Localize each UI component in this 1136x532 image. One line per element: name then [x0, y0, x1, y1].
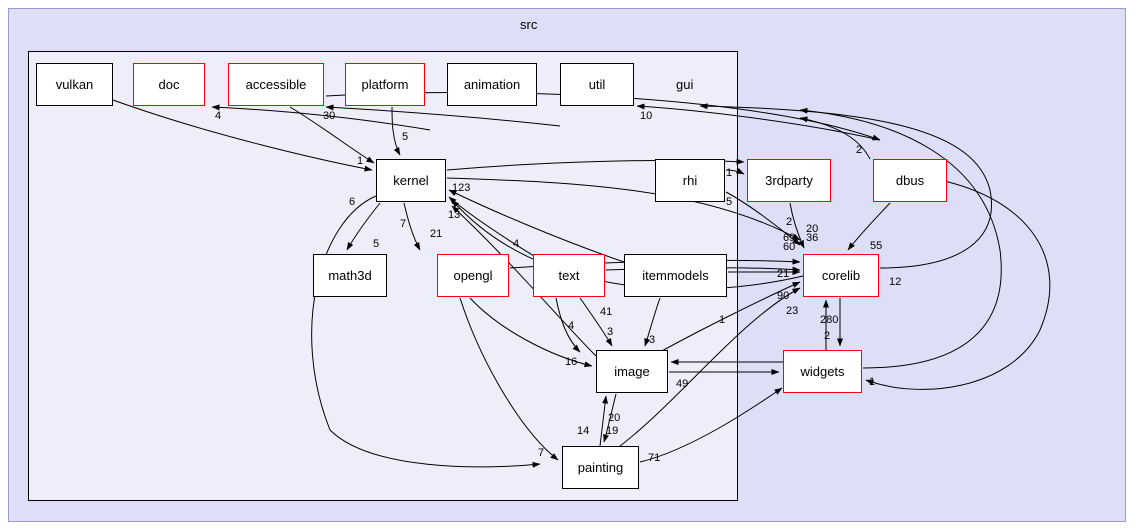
node-kernel-label: kernel — [393, 173, 429, 188]
node-doc[interactable]: doc — [133, 63, 205, 106]
node-opengl[interactable]: opengl — [437, 254, 509, 297]
edge-weight-label: 5 — [726, 196, 733, 208]
edge-weight-label: 10 — [640, 110, 653, 122]
node-corelib-label: corelib — [821, 268, 861, 283]
edge-weight-label: 5 — [402, 131, 409, 143]
edge-weight-label: 1 — [719, 314, 726, 326]
edge-weight-label: 41 — [600, 306, 613, 318]
cluster-gui-label: gui — [676, 77, 694, 92]
diagram-canvas: src gui vulkan doc accessible platform a… — [0, 0, 1136, 532]
edge-weight-label: 2 — [824, 330, 831, 342]
node-image-label: image — [614, 364, 650, 379]
edge-weight-label: 4 — [568, 320, 575, 332]
node-util[interactable]: util — [560, 63, 634, 106]
node-itemmodels[interactable]: itemmodels — [624, 254, 727, 297]
edge-weight-label: 36 — [806, 232, 819, 244]
edge-weight-label: 21 — [777, 268, 790, 280]
edge-weight-label: 16 — [565, 356, 578, 368]
edge-weight-label: 1 — [869, 376, 876, 388]
node-widgets-label: widgets — [800, 364, 845, 379]
node-painting-label: painting — [577, 460, 624, 475]
edge-weight-label: 55 — [870, 240, 883, 252]
node-image[interactable]: image — [596, 350, 668, 393]
node-platform[interactable]: platform — [345, 63, 425, 106]
node-math3d[interactable]: math3d — [313, 254, 387, 297]
edge-weight-label: 23 — [786, 305, 799, 317]
node-dbus[interactable]: dbus — [873, 159, 947, 202]
edge-weight-label: 4 — [513, 238, 520, 250]
node-painting[interactable]: painting — [562, 446, 639, 489]
edge-weight-label: 1 — [357, 155, 364, 167]
node-doc-label: doc — [158, 77, 180, 92]
edge-weight-label: 49 — [676, 378, 689, 390]
node-kernel[interactable]: kernel — [376, 159, 446, 202]
node-rhi-label: rhi — [682, 173, 698, 188]
node-3rdparty[interactable]: 3rdparty — [747, 159, 831, 202]
edge-weight-label: 13 — [448, 209, 461, 221]
edge-weight-label: 4 — [215, 110, 222, 122]
edge-weight-label: 90 — [777, 290, 790, 302]
edge-weight-label: 3 — [649, 334, 656, 346]
edge-weight-label: 123 — [452, 182, 471, 194]
edge-weight-label: 21 — [430, 228, 443, 240]
node-widgets[interactable]: widgets — [783, 350, 862, 393]
edge-weight-label: 60 — [783, 241, 796, 253]
node-rhi[interactable]: rhi — [655, 159, 725, 202]
node-accessible-label: accessible — [245, 77, 307, 92]
edge-weight-label: 6 — [349, 196, 356, 208]
node-vulkan[interactable]: vulkan — [36, 63, 113, 106]
node-util-label: util — [588, 77, 606, 92]
node-3rdparty-label: 3rdparty — [765, 173, 813, 188]
node-itemmodels-label: itemmodels — [642, 268, 709, 283]
node-dbus-label: dbus — [895, 173, 925, 188]
edge-weight-label: 20 — [608, 412, 621, 424]
node-platform-label: platform — [361, 77, 409, 92]
node-animation-label: animation — [463, 77, 521, 92]
node-text-label: text — [558, 268, 580, 283]
edge-weight-label: 1 — [726, 167, 733, 179]
edge-weight-label: 280 — [820, 314, 839, 326]
edge-weight-label: 12 — [889, 276, 902, 288]
node-math3d-label: math3d — [328, 268, 372, 283]
edge-weight-label: 30 — [323, 110, 336, 122]
node-animation[interactable]: animation — [447, 63, 537, 106]
edge-weight-label: 3 — [607, 326, 614, 338]
node-vulkan-label: vulkan — [55, 77, 94, 92]
node-corelib[interactable]: corelib — [803, 254, 879, 297]
edge-weight-label: 14 — [577, 425, 590, 437]
edge-weight-label: 2 — [856, 144, 863, 156]
edge-weight-label: 7 — [400, 218, 407, 230]
edge-weight-label: 19 — [606, 425, 619, 437]
node-text[interactable]: text — [533, 254, 605, 297]
edge-weight-label: 5 — [373, 238, 380, 250]
edge-weight-label: 71 — [648, 452, 661, 464]
node-accessible[interactable]: accessible — [228, 63, 324, 106]
node-opengl-label: opengl — [453, 268, 493, 283]
edge-weight-label: 7 — [538, 447, 545, 459]
edge-weight-label: 2 — [786, 216, 793, 228]
cluster-src-label: src — [520, 17, 538, 32]
